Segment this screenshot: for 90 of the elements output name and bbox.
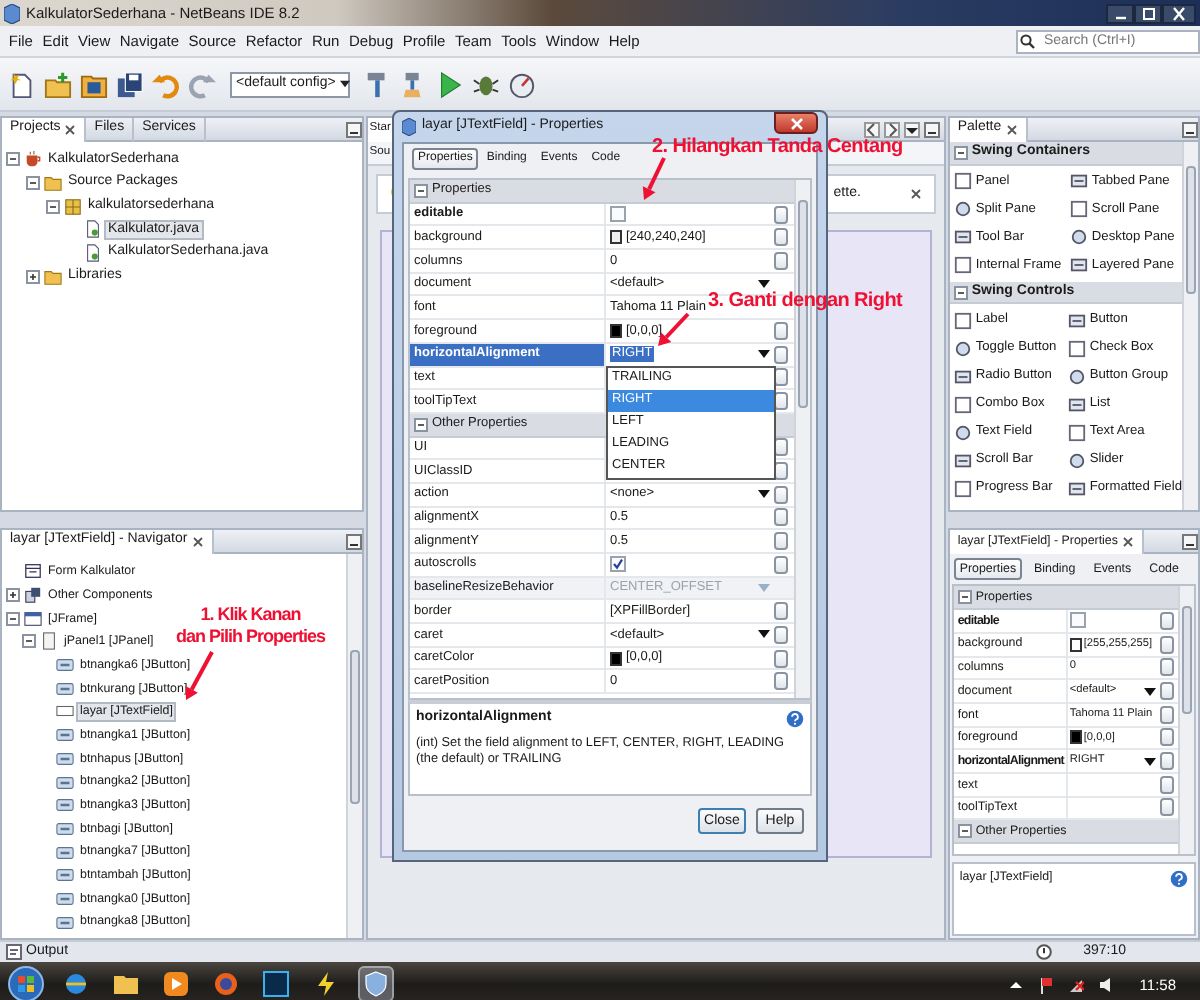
annotation-text: dan Pilih Properties (176, 625, 326, 648)
collapse-toggle[interactable] (46, 199, 60, 214)
scrollbar[interactable] (1182, 142, 1198, 510)
collapse-toggle[interactable] (6, 152, 20, 167)
collapse-toggle[interactable] (957, 824, 972, 839)
right-arrow-icon[interactable] (883, 121, 900, 137)
widget-icon (1067, 311, 1086, 330)
folder-icon (44, 174, 62, 193)
widget-icon (953, 479, 972, 498)
collapse-toggle[interactable] (26, 176, 40, 191)
new-project-icon[interactable] (44, 69, 72, 99)
close-icon[interactable] (1121, 535, 1134, 547)
minimize-icon[interactable] (1182, 533, 1198, 549)
collapse-toggle[interactable] (414, 417, 428, 432)
expand-toggle[interactable] (6, 588, 20, 603)
close-icon[interactable] (909, 188, 922, 200)
close-icon[interactable] (64, 123, 77, 135)
checkbox[interactable] (1069, 612, 1086, 629)
expand-toggle[interactable] (26, 269, 40, 284)
search-icon[interactable] (1020, 33, 1038, 49)
minimize-icon[interactable] (1182, 121, 1198, 137)
annotation-text: 1. Klik Kanan (200, 604, 301, 626)
widget-icon (1067, 479, 1086, 498)
widget-icon (1069, 172, 1088, 191)
window-icon (24, 609, 42, 628)
dropdown-arrow-icon[interactable] (1144, 687, 1156, 696)
minimize-button[interactable] (1106, 3, 1134, 23)
widget-icon (1069, 256, 1088, 275)
caret-icon[interactable] (903, 121, 920, 137)
text-field-icon (56, 702, 74, 721)
collapse-toggle[interactable] (414, 183, 428, 198)
minimize-icon[interactable] (923, 121, 940, 137)
save-all-icon[interactable] (116, 69, 144, 99)
new-file-icon[interactable] (8, 69, 36, 99)
annotation-text: 2. Hilangkan Tanda Centang (652, 136, 903, 160)
document-icon (84, 220, 102, 239)
minimize-icon[interactable] (345, 533, 362, 549)
square-app-icon[interactable] (262, 970, 290, 998)
close-button[interactable] (1162, 3, 1196, 23)
close-icon[interactable] (191, 535, 204, 547)
dropdown-arrow-icon[interactable] (758, 280, 770, 289)
dropdown-arrow-icon[interactable] (1144, 757, 1156, 766)
widget-icon (953, 228, 972, 247)
flag-icon[interactable] (1037, 975, 1054, 993)
widget-icon (1067, 395, 1086, 414)
checkbox[interactable] (610, 206, 626, 223)
start-button[interactable] (8, 966, 44, 1000)
app-icon (4, 3, 20, 23)
package-icon (64, 197, 82, 216)
shield-icon[interactable] (362, 970, 390, 998)
lightning-icon[interactable] (312, 970, 340, 998)
left-arrow-icon[interactable] (863, 121, 880, 137)
help-icon[interactable] (1170, 870, 1188, 889)
collapse-toggle[interactable] (953, 285, 968, 300)
cup-icon (24, 150, 42, 169)
network-icon[interactable] (1067, 975, 1084, 993)
app-icon (402, 118, 416, 136)
collapse-toggle[interactable] (957, 590, 972, 605)
collapse-toggle[interactable] (953, 145, 968, 160)
notification-icon[interactable] (1035, 944, 1052, 960)
panel-icon (40, 632, 58, 651)
widget-icon (953, 367, 972, 386)
output-icon[interactable] (6, 944, 22, 960)
minimize-icon[interactable] (345, 121, 362, 137)
caret-icon[interactable] (339, 80, 350, 88)
dropdown-arrow-icon[interactable] (758, 350, 770, 359)
collapse-toggle[interactable] (22, 634, 36, 649)
dropdown-arrow-icon[interactable] (758, 490, 770, 499)
speaker-icon[interactable] (1097, 975, 1114, 993)
collapse-toggle[interactable] (6, 611, 20, 626)
checkbox[interactable] (610, 556, 626, 573)
form-icon (24, 562, 42, 581)
close-button[interactable] (774, 112, 818, 134)
scrollbar[interactable] (345, 554, 362, 938)
widget-icon (953, 256, 972, 275)
scrollbar[interactable] (1178, 586, 1194, 855)
maximize-icon[interactable] (1139, 5, 1157, 21)
widget-icon (953, 451, 972, 470)
close-icon[interactable] (1005, 123, 1018, 135)
help-icon[interactable] (786, 710, 804, 728)
stack-icon (24, 586, 42, 605)
maximize-button[interactable] (1134, 3, 1162, 23)
circle-icon[interactable] (212, 970, 240, 998)
globe-icon[interactable] (62, 970, 90, 998)
play-icon[interactable] (162, 970, 190, 998)
document-icon (84, 244, 102, 263)
folder-icon (44, 267, 62, 286)
gauge-icon[interactable] (508, 69, 536, 99)
folder-icon[interactable] (112, 970, 140, 998)
dropdown-arrow-icon[interactable] (758, 630, 770, 639)
